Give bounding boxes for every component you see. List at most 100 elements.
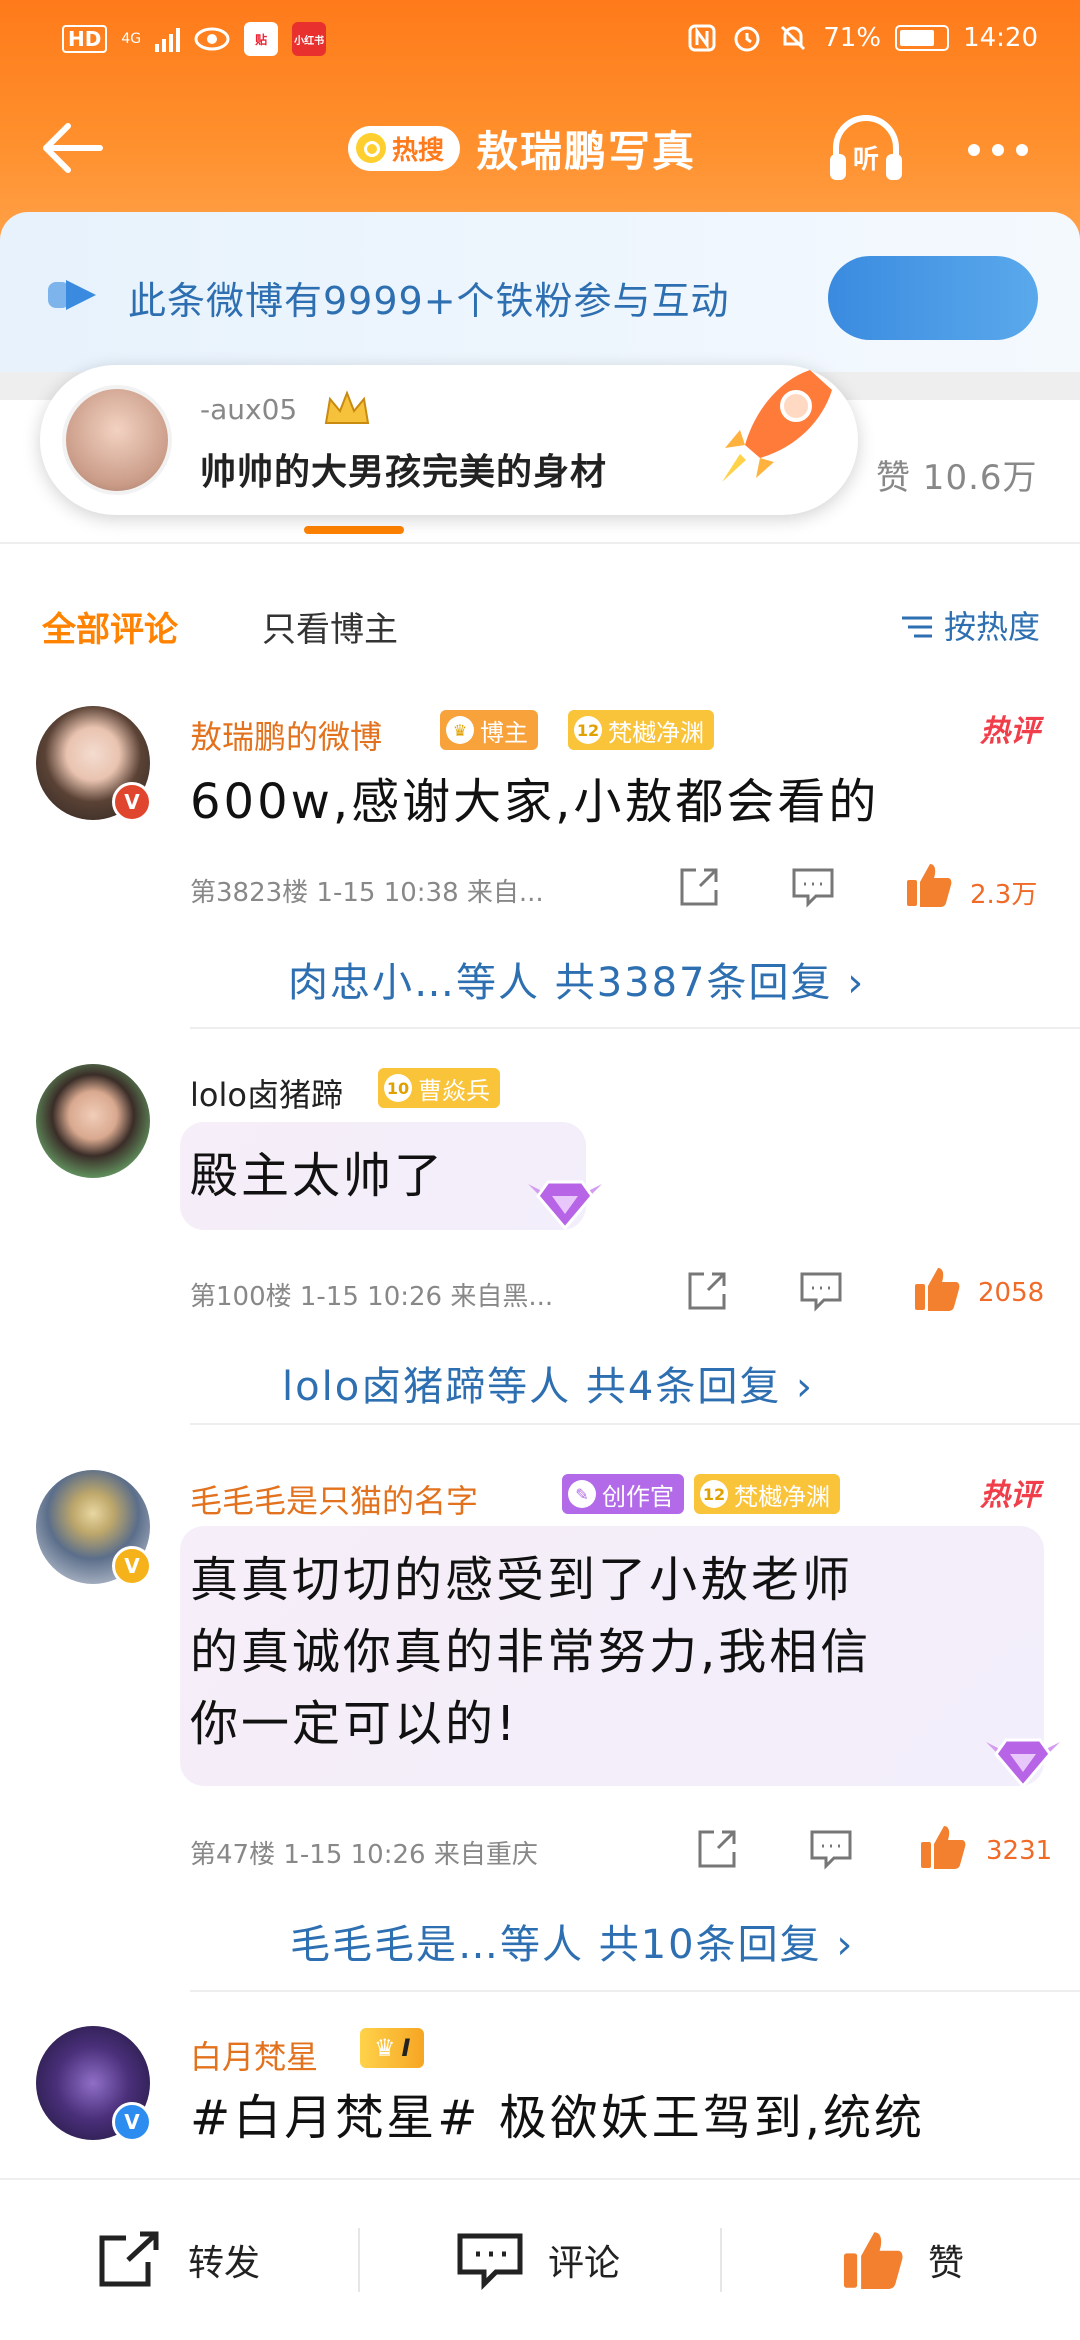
more-menu-button[interactable] (968, 130, 1040, 170)
like-count: 2058 (978, 1278, 1045, 1308)
hot-search-tag[interactable]: 热搜 (348, 125, 461, 171)
page-title: 敖瑞鹏写真 (476, 126, 697, 176)
replies-link[interactable]: 肉忠小…等人 共3387条回复 › (288, 950, 865, 1008)
divider (358, 2228, 360, 2292)
signal-icon (155, 26, 181, 52)
eye-icon (194, 27, 230, 51)
hot-comment-label: 热评 (980, 714, 1040, 749)
comment-icon[interactable] (808, 1826, 854, 1872)
avatar[interactable] (36, 1064, 150, 1178)
like-count: 2.3万 (970, 880, 1038, 910)
tieba-icon: 贴 (244, 22, 279, 56)
verified-badge-icon: V (112, 1546, 152, 1586)
bottom-action-bar: 转发 评论 赞 (0, 2178, 1080, 2340)
fan-group-label: 曹焱兵 (418, 1076, 490, 1105)
fan-interaction-banner[interactable]: 此条微博有9999+个铁粉参与互动 (0, 212, 1080, 372)
share-icon[interactable] (684, 1268, 730, 1314)
poster-badge: ♛ 博主 (440, 710, 538, 750)
crown-icon (324, 390, 370, 424)
floating-comment-text: 帅帅的大男孩完美的身材 (200, 452, 608, 493)
comment-button[interactable]: 评论 (456, 2220, 620, 2300)
alarm-icon (734, 26, 760, 52)
comment-username[interactable]: lolo卤猪蹄 (190, 1070, 343, 1116)
like-thumb-icon[interactable] (918, 1822, 968, 1872)
diamond-icon (986, 1738, 1060, 1789)
repost-label: 转发 (188, 2243, 261, 2284)
comment-label: 评论 (548, 2243, 621, 2284)
comment-text[interactable]: 600w,感谢大家,小敖都会看的 (190, 766, 879, 838)
comment-separator (190, 1990, 1080, 1992)
divider (0, 542, 1080, 544)
comment-header: 全部评论 只看博主 按热度 (0, 580, 1080, 670)
rocket-icon (722, 370, 832, 482)
comment-icon[interactable] (798, 1268, 844, 1314)
member-level: I (401, 2034, 411, 2062)
floating-comment-user: -aux05 (200, 393, 298, 426)
fan-group-badge: 12 梵樾净渊 (568, 710, 714, 750)
fan-group-badge: 10 曹焱兵 (378, 1068, 500, 1108)
hot-search-label: 热搜 (392, 135, 445, 166)
battery-icon (895, 25, 950, 51)
crown-icon: ♛ (446, 716, 474, 744)
like-thumb-icon[interactable] (904, 860, 954, 910)
fan-level: 10 (384, 1074, 412, 1102)
crown-icon: ♛ (374, 2034, 396, 2062)
comment-meta: 第100楼 1-15 10:26 来自黑... (190, 1282, 554, 1312)
like-label: 赞 (928, 2243, 965, 2284)
like-thumb-icon[interactable] (912, 1264, 962, 1314)
diamond-icon (528, 1180, 602, 1231)
comment-text-line-3[interactable]: 你一定可以的! (190, 1688, 518, 1760)
comment-text[interactable]: 殿主太帅了 (190, 1140, 445, 1212)
avatar[interactable] (62, 385, 172, 495)
comment-meta: 第47楼 1-15 10:26 来自重庆 (190, 1840, 538, 1870)
verified-badge-icon: V (112, 782, 152, 822)
creator-badge-label: 创作官 (602, 1482, 674, 1511)
top-nav: 热搜 敖瑞鹏写真 听 (0, 100, 1080, 196)
listen-headphones-icon[interactable]: 听 (826, 110, 906, 186)
replies-link[interactable]: lolo卤猪蹄等人 共4条回复 › (282, 1354, 814, 1412)
sort-by-hot-button[interactable]: 按热度 (900, 602, 1040, 648)
share-icon[interactable] (676, 864, 722, 910)
comment-text-line-2[interactable]: 的真诚你真的非常努力,我相信 (190, 1616, 871, 1688)
fan-group-label: 梵樾净渊 (608, 718, 704, 747)
likes-total[interactable]: 赞 10.6万 (876, 450, 1038, 499)
status-bar: HD 4G 贴 小红书 71% 14:20 (0, 0, 1080, 80)
like-count: 3231 (986, 1836, 1053, 1866)
like-button[interactable]: 赞 (840, 2220, 964, 2300)
comment-item: V 白月梵星 ♛ I #白月梵星# 极欲妖王驾到,统统 (0, 2020, 1080, 2180)
sort-label: 按热度 (943, 608, 1040, 646)
mute-bell-icon (781, 25, 806, 51)
banner-action-button[interactable] (828, 256, 1038, 340)
tab-all-comments[interactable]: 全部评论 (42, 602, 178, 651)
replies-link[interactable]: 毛毛毛是…等人 共10条回复 › (290, 1912, 854, 1970)
listen-label: 听 (853, 145, 879, 175)
banner-text: 此条微博有9999+个铁粉参与互动 (128, 279, 730, 323)
creator-icon: ✎ (568, 1480, 596, 1508)
back-arrow-icon[interactable] (38, 116, 108, 180)
share-icon[interactable] (694, 1826, 740, 1872)
comment-username[interactable]: 敖瑞鹏的微博 (190, 712, 382, 758)
comment-text-line-1[interactable]: 真真切切的感受到了小敖老师 (190, 1544, 853, 1616)
comment-separator (190, 1027, 1080, 1029)
fan-level: 12 (574, 716, 602, 744)
comment-username[interactable]: 白月梵星 (190, 2032, 318, 2078)
title-area[interactable]: 热搜 敖瑞鹏写真 (348, 114, 696, 182)
like-thumb-icon (843, 2232, 903, 2290)
sort-icon (901, 616, 932, 638)
fan-level: 12 (700, 1480, 728, 1508)
search-icon (356, 133, 386, 163)
tab-poster-only[interactable]: 只看博主 (262, 602, 398, 651)
comment-item: V 毛毛毛是只猫的名字 ✎ 创作官 12 梵樾净渊 热评 真真切切的感受到了小敖老师… (0, 1464, 1080, 1984)
comment-text[interactable]: #白月梵星# 极欲妖王驾到,统统 (190, 2082, 925, 2154)
hot-comment-label: 热评 (980, 1478, 1040, 1513)
fan-group-badge: 12 梵樾净渊 (694, 1474, 840, 1514)
active-tab-indicator (304, 526, 404, 534)
comment-username[interactable]: 毛毛毛是只猫的名字 (190, 1476, 478, 1522)
comment-item: lolo卤猪蹄 10 曹焱兵 殿主太帅了 第100楼 1-15 10:26 来自黑… (0, 1058, 1080, 1410)
comment-icon[interactable] (790, 864, 836, 910)
creator-badge: ✎ 创作官 (562, 1474, 684, 1514)
repost-button[interactable]: 转发 (96, 2220, 260, 2300)
hd-indicator: HD (62, 25, 108, 53)
comment-separator (190, 1423, 1080, 1425)
repost-icon (99, 2231, 159, 2287)
